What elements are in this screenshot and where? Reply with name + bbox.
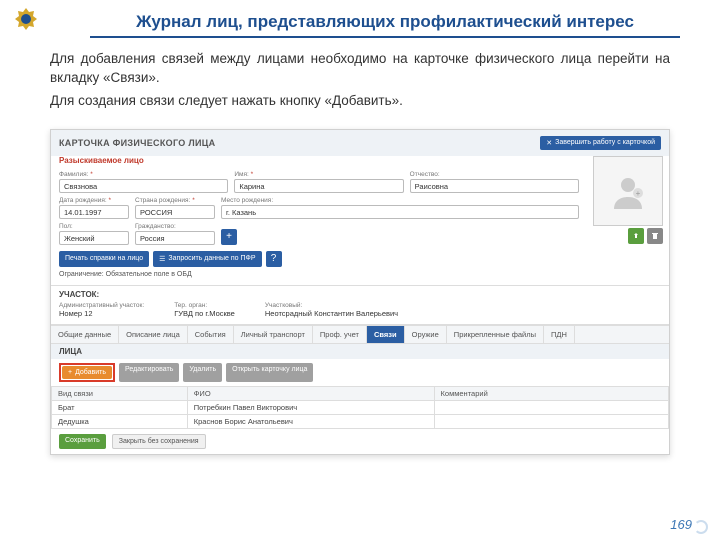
extra-action-button[interactable]: ? bbox=[266, 251, 282, 267]
sex-label: Пол: bbox=[59, 223, 129, 230]
tab-general[interactable]: Общие данные bbox=[51, 326, 119, 343]
tab-files[interactable]: Прикрепленные файлы bbox=[447, 326, 544, 343]
edit-button[interactable]: Редактировать bbox=[119, 363, 179, 382]
col-fio: ФИО bbox=[187, 386, 434, 400]
tab-profuchet[interactable]: Проф. учет bbox=[313, 326, 367, 343]
surname-input[interactable]: Связнова bbox=[59, 179, 228, 193]
org-val: ГУВД по г.Москве bbox=[174, 309, 235, 318]
tab-pdn[interactable]: ПДН bbox=[544, 326, 575, 343]
officer-label: Участковый: bbox=[265, 302, 398, 309]
page-number: 169 bbox=[670, 517, 692, 532]
bars-icon: ☰ bbox=[159, 255, 165, 263]
avatar-delete-button[interactable] bbox=[647, 228, 663, 244]
delete-button[interactable]: Удалить bbox=[183, 363, 222, 382]
slide-title: Журнал лиц, представляющих профилактичес… bbox=[90, 12, 680, 38]
links-table: Вид связи ФИО Комментарий Брат Потребкин… bbox=[51, 386, 669, 429]
add-button[interactable]: + Добавить bbox=[62, 366, 112, 379]
tab-transport[interactable]: Личный транспорт bbox=[234, 326, 313, 343]
col-type: Вид связи bbox=[52, 386, 188, 400]
name-label: Имя: * bbox=[234, 171, 403, 178]
app-card: КАРТОЧКА ФИЗИЧЕСКОГО ЛИЦА ✕ Завершить ра… bbox=[50, 129, 670, 455]
uchastok-block: УЧАСТОК: Административный участок:Номер … bbox=[51, 285, 669, 325]
open-card-button[interactable]: Открыть карточку лица bbox=[226, 363, 313, 382]
instruction-1: Для добавления связей между лицами необх… bbox=[50, 50, 670, 88]
save-button[interactable]: Сохранить bbox=[59, 434, 106, 449]
citizenship-label: Гражданство: bbox=[135, 223, 215, 230]
instruction-2: Для создания связи следует нажать кнопку… bbox=[50, 92, 670, 111]
links-section-header: ЛИЦА bbox=[51, 343, 669, 359]
close-card-button[interactable]: ✕ Завершить работу с карточкой bbox=[540, 136, 661, 150]
patronymic-label: Отчество: bbox=[410, 171, 579, 178]
page-decoration-icon bbox=[694, 520, 708, 534]
sex-input[interactable]: Женский bbox=[59, 231, 129, 245]
col-comment: Комментарий bbox=[434, 386, 668, 400]
plus-icon: + bbox=[68, 369, 72, 376]
country-label: Страна рождения: * bbox=[135, 197, 215, 204]
person-section-label: Разыскиваемое лицо bbox=[51, 156, 587, 169]
add-citizenship-button[interactable]: + bbox=[221, 229, 237, 245]
birthplace-label: Место рождения: bbox=[221, 197, 579, 204]
cancel-button[interactable]: Закрыть без сохранения bbox=[112, 434, 206, 449]
limit-label: Ограничение: Обязательное поле в ОБД bbox=[51, 271, 587, 281]
country-input[interactable]: РОССИЯ bbox=[135, 205, 215, 219]
close-icon: ✕ bbox=[546, 139, 552, 147]
name-input[interactable]: Карина bbox=[234, 179, 403, 193]
request-pfr-button[interactable]: ☰ Запросить данные по ПФР bbox=[153, 251, 261, 267]
svg-text:+: + bbox=[636, 189, 641, 198]
patronymic-input[interactable]: Раисовна bbox=[410, 179, 579, 193]
surname-label: Фамилия: * bbox=[59, 171, 228, 178]
officer-val: Неотсрадный Константин Валерьевич bbox=[265, 309, 398, 318]
tab-weapons[interactable]: Оружие bbox=[405, 326, 447, 343]
adm-label: Административный участок: bbox=[59, 302, 144, 309]
tab-description[interactable]: Описание лица bbox=[119, 326, 188, 343]
add-highlight: + Добавить bbox=[59, 363, 115, 382]
avatar-placeholder: + bbox=[593, 156, 663, 226]
tabs: Общие данные Описание лица События Личны… bbox=[51, 325, 669, 343]
table-row[interactable]: Дедушка Краснов Борис Анатольевич bbox=[52, 414, 669, 428]
uchastok-title: УЧАСТОК: bbox=[59, 290, 661, 299]
tab-events[interactable]: События bbox=[188, 326, 234, 343]
org-label: Тер. орган: bbox=[174, 302, 235, 309]
print-button[interactable]: Печать справки на лицо bbox=[59, 251, 149, 267]
card-header: КАРТОЧКА ФИЗИЧЕСКОГО ЛИЦА ✕ Завершить ра… bbox=[51, 130, 669, 156]
avatar-upload-button[interactable] bbox=[628, 228, 644, 244]
mvd-emblem-icon bbox=[10, 6, 42, 43]
citizenship-input[interactable]: Россия bbox=[135, 231, 215, 245]
tab-links[interactable]: Связи bbox=[367, 326, 405, 343]
adm-val: Номер 12 bbox=[59, 309, 93, 318]
dob-input[interactable]: 14.01.1997 bbox=[59, 205, 129, 219]
birthplace-input[interactable]: г. Казань bbox=[221, 205, 579, 219]
links-toolbar: + Добавить Редактировать Удалить Открыть… bbox=[51, 359, 669, 386]
table-row[interactable]: Брат Потребкин Павел Викторович bbox=[52, 400, 669, 414]
card-title: КАРТОЧКА ФИЗИЧЕСКОГО ЛИЦА bbox=[59, 138, 215, 148]
dob-label: Дата рождения: * bbox=[59, 197, 129, 204]
